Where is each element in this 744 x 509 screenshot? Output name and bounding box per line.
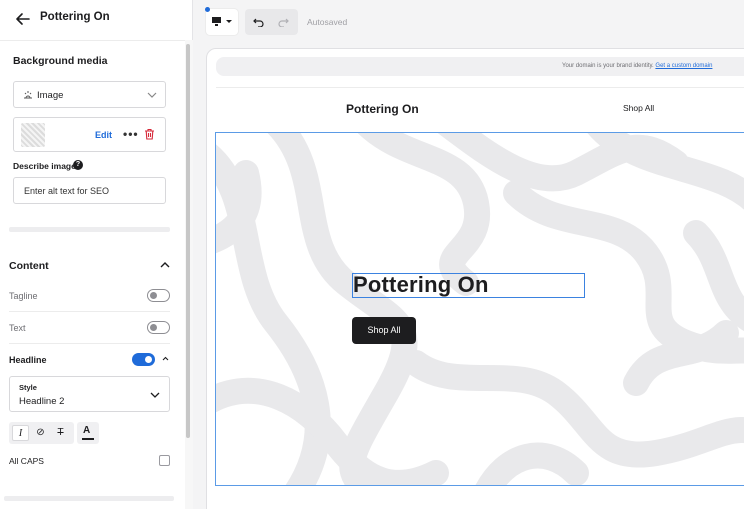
header-divider [0,40,185,41]
panel-title: Pottering On [40,11,110,23]
chevron-up-icon[interactable] [160,261,170,269]
device-switcher[interactable] [206,9,238,35]
row-divider [9,311,170,312]
settings-panel: Pottering On Background media Image Edit… [0,0,193,509]
row-divider [9,343,170,344]
clear-format-icon[interactable]: T [52,425,69,441]
chevron-down-icon [150,392,160,398]
alt-text-placeholder: Enter alt text for SEO [24,186,110,196]
desktop-icon [212,17,232,26]
undo-icon[interactable] [253,17,265,27]
panel-scrollbar[interactable] [186,44,190,438]
custom-domain-link[interactable]: Get a custom domain [655,63,712,69]
format-button-group: I ⊘ T [9,422,74,444]
background-pattern [216,133,744,485]
describe-image-label: Describe image [13,161,76,171]
tagline-toggle[interactable] [147,289,170,302]
headline-style-select[interactable]: Style Headline 2 [9,376,170,412]
trash-icon[interactable] [144,128,155,140]
chevron-up-icon[interactable] [162,356,169,361]
site-title[interactable]: Pottering On [346,102,419,116]
sun-icon [24,91,32,99]
help-icon[interactable]: ? [73,160,83,170]
alt-text-input[interactable]: Enter alt text for SEO [13,177,166,204]
all-caps-checkbox[interactable] [159,455,170,466]
text-label: Text [9,323,26,333]
text-color-glyph: A [83,425,91,436]
more-options-button[interactable]: ••• [123,127,139,141]
section-separator [9,227,170,232]
content-section-title: Content [9,260,49,272]
media-type-select[interactable]: Image [13,81,166,108]
back-arrow-icon[interactable] [14,10,32,28]
nav-link-shop-all[interactable]: Shop All [623,103,654,113]
redo-icon[interactable] [277,17,289,27]
color-underline [82,438,94,440]
background-media-title: Background media [13,55,108,67]
all-caps-label: All CAPS [9,456,44,466]
style-value: Headline 2 [19,396,65,407]
hero-cta-button[interactable]: Shop All [352,317,416,344]
status-dot [205,7,210,12]
headline-label: Headline [9,355,47,365]
media-item: Edit ••• [13,117,166,152]
autosave-status: Autosaved [307,17,348,27]
domain-message: Your domain is your brand identity. [562,63,654,69]
tagline-label: Tagline [9,291,38,301]
text-toggle[interactable] [147,321,170,334]
italic-icon[interactable]: I [12,425,29,441]
chevron-down-icon [147,92,157,98]
history-controls [245,9,298,35]
section-separator [4,496,174,501]
link-icon[interactable]: ⊘ [32,425,49,441]
hero-headline[interactable]: Pottering On [353,272,489,298]
image-thumbnail[interactable] [21,123,45,147]
text-color-icon[interactable]: A [77,422,99,444]
edit-image-link[interactable]: Edit [95,130,112,140]
hero-section[interactable] [215,132,744,486]
style-caption: Style [19,383,37,392]
media-type-value: Image [37,90,64,101]
site-header [216,87,744,132]
domain-banner-text: Your domain is your brand identity. Get … [562,63,712,69]
headline-toggle[interactable] [132,353,155,366]
